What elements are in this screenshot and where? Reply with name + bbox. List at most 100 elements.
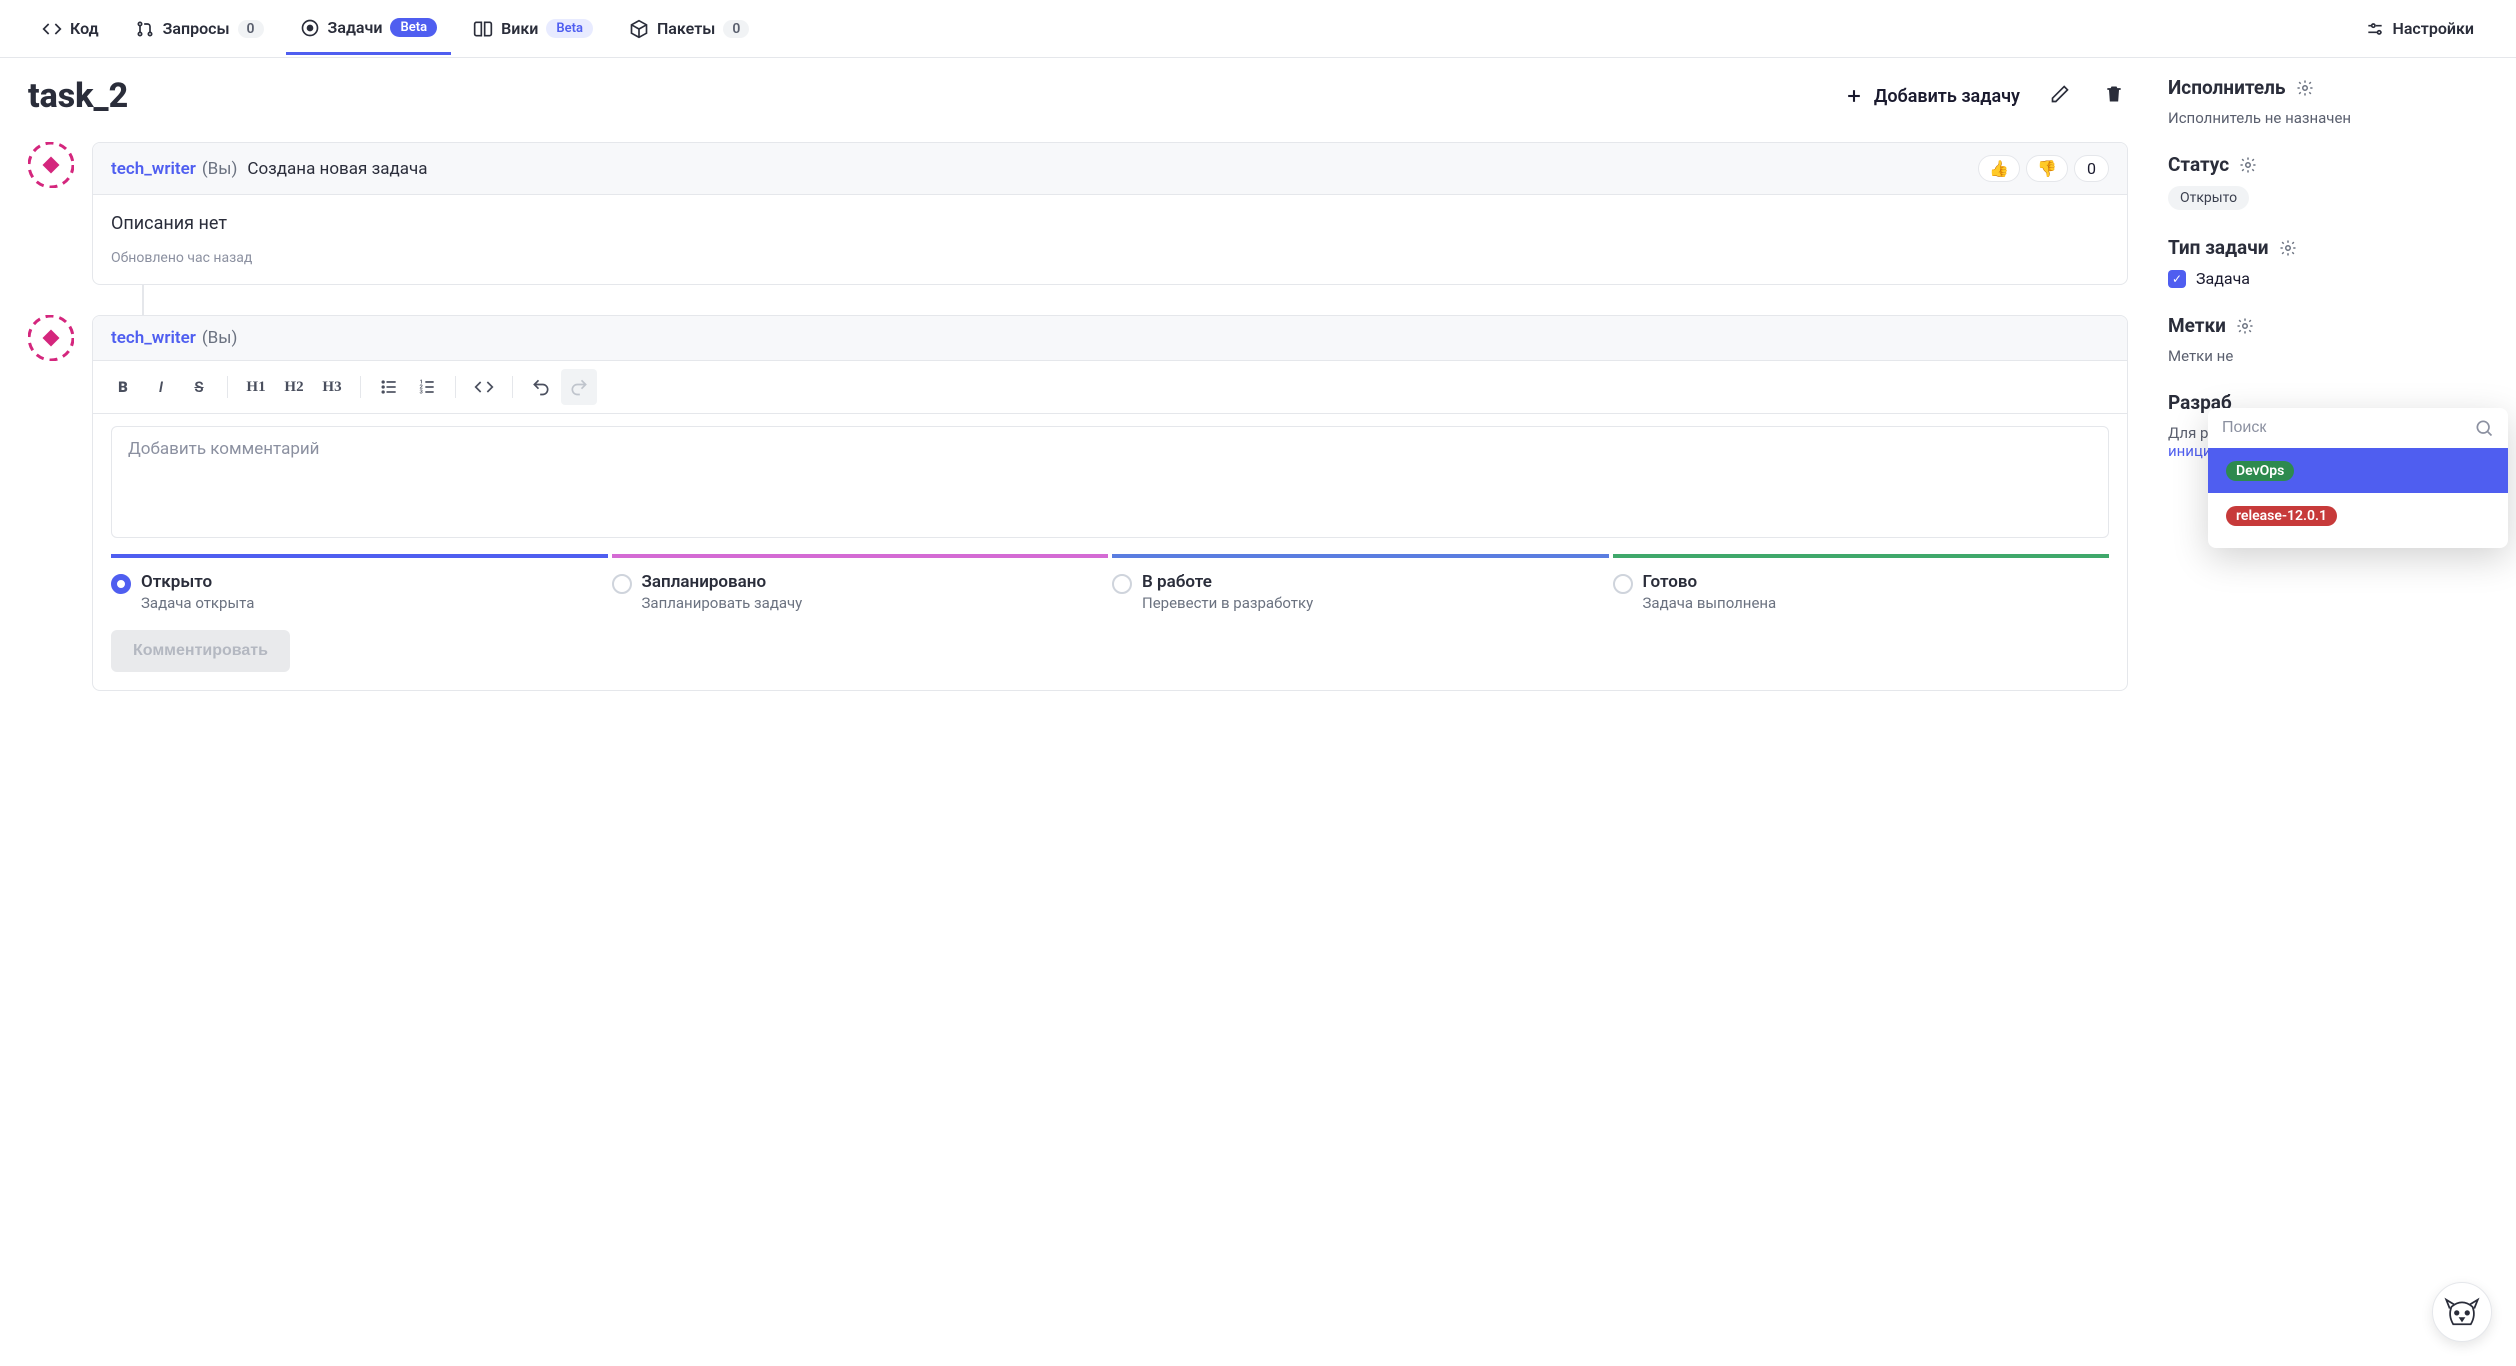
status-option-label: Запланировано	[642, 572, 803, 592]
assignee-title: Исполнитель	[2168, 76, 2286, 99]
plus-icon	[1844, 86, 1864, 106]
numbered-list-button[interactable]: 123	[409, 369, 445, 405]
thumbs-down-button[interactable]: 👎	[2026, 155, 2068, 182]
comment-author[interactable]: tech_writer	[111, 328, 196, 348]
gear-icon[interactable]	[2239, 156, 2257, 174]
tab-requests[interactable]: Запросы 0	[121, 4, 278, 54]
sidebar: Исполнитель Исполнитель не назначен Стат…	[2168, 76, 2488, 721]
status-bar	[111, 554, 608, 558]
post-author[interactable]: tech_writer	[111, 159, 196, 179]
status-option-subtitle: Запланировать задачу	[642, 594, 803, 612]
status-option-label: В работе	[1142, 572, 1313, 592]
radio-icon	[1112, 574, 1132, 594]
timeline-connector	[142, 285, 2128, 315]
assignee-section: Исполнитель Исполнитель не назначен	[2168, 76, 2488, 127]
tab-code-label: Код	[70, 19, 99, 38]
comment-box: tech_writer (Вы) B I S H1 H2 H3	[92, 315, 2128, 691]
radio-icon	[1613, 574, 1633, 594]
type-row: ✓ Задача	[2168, 269, 2488, 288]
status-strip	[111, 554, 2109, 558]
labels-text: Метки не	[2168, 347, 2488, 365]
labels-dropdown: DevOps release-12.0.1	[2208, 408, 2508, 548]
status-option-subtitle: Задача выполнена	[1643, 594, 1777, 612]
avatar	[28, 142, 74, 188]
tab-packages[interactable]: Пакеты 0	[615, 4, 763, 54]
edit-button[interactable]	[2046, 80, 2074, 112]
h2-button[interactable]: H2	[276, 369, 312, 405]
status-section: Статус Открыто	[2168, 153, 2488, 210]
code-button[interactable]	[466, 369, 502, 405]
label-tag: release-12.0.1	[2226, 506, 2337, 526]
labels-section: Метки Метки не	[2168, 314, 2488, 365]
status-bar	[1613, 554, 2110, 558]
labels-title: Метки	[2168, 314, 2226, 337]
assignee-text: Исполнитель не назначен	[2168, 109, 2488, 127]
status-option[interactable]: Запланировано Запланировать задачу	[612, 572, 1109, 612]
post-body: Описания нет Обновлено час назад	[93, 195, 2127, 284]
gear-icon[interactable]	[2236, 317, 2254, 335]
assistant-button[interactable]	[2432, 1282, 2492, 1342]
undo-button[interactable]	[523, 369, 559, 405]
page-title: task_2	[28, 76, 1844, 116]
type-section: Тип задачи ✓ Задача	[2168, 236, 2488, 288]
h1-button[interactable]: H1	[238, 369, 274, 405]
status-option[interactable]: В работеПеревести в разработку	[1112, 572, 1609, 612]
h3-button[interactable]: H3	[314, 369, 350, 405]
svg-text:3: 3	[420, 390, 424, 396]
status-bar	[1112, 554, 1609, 558]
comment-input[interactable]	[111, 426, 2109, 538]
code-icon	[474, 377, 494, 397]
packages-count-badge: 0	[723, 20, 749, 38]
bold-button[interactable]: B	[105, 369, 141, 405]
dropdown-item[interactable]: release-12.0.1	[2208, 493, 2508, 538]
status-option[interactable]: Готово Задача выполнена	[1613, 572, 2110, 612]
pencil-icon	[2050, 84, 2070, 104]
tab-wiki[interactable]: Вики Beta	[459, 4, 607, 54]
settings-icon	[2365, 19, 2385, 39]
dropdown-search-input[interactable]	[2222, 419, 2466, 437]
strikethrough-button[interactable]: S	[181, 369, 217, 405]
tasks-icon	[300, 18, 320, 38]
toolbar-separator	[455, 376, 456, 398]
add-task-button[interactable]: Добавить задачу	[1844, 86, 2020, 107]
dropdown-item[interactable]: DevOps	[2208, 448, 2508, 493]
avatar	[28, 315, 74, 361]
title-row: task_2 Добавить задачу	[28, 76, 2128, 116]
comment-post: tech_writer (Вы) B I S H1 H2 H3	[28, 315, 2128, 691]
status-options: ОткрытоЗадача открытаЗапланированоЗаплан…	[111, 572, 2109, 612]
status-option-subtitle: Задача открыта	[141, 594, 254, 612]
delete-button[interactable]	[2100, 80, 2128, 112]
type-title: Тип задачи	[2168, 236, 2269, 259]
tasks-beta-badge: Beta	[390, 18, 437, 37]
italic-button[interactable]: I	[143, 369, 179, 405]
toolbar-separator	[512, 376, 513, 398]
bullet-list-icon	[379, 377, 399, 397]
type-value: Задача	[2196, 269, 2250, 288]
redo-icon	[569, 377, 589, 397]
status-bar	[612, 554, 1109, 558]
tab-code[interactable]: Код	[28, 4, 113, 54]
pull-request-icon	[135, 19, 155, 39]
post-updated: Обновлено час назад	[111, 250, 2109, 266]
bullet-list-button[interactable]	[371, 369, 407, 405]
status-option[interactable]: ОткрытоЗадача открыта	[111, 572, 608, 612]
gear-icon[interactable]	[2296, 79, 2314, 97]
comment-submit-button: Комментировать	[111, 630, 290, 672]
tab-requests-label: Запросы	[163, 19, 230, 38]
trash-icon	[2104, 84, 2124, 104]
book-icon	[473, 19, 493, 39]
radio-icon	[111, 574, 131, 594]
tab-tasks-label: Задачи	[328, 18, 383, 37]
post-headline: Создана новая задача	[247, 159, 427, 179]
thumbs-up-button[interactable]: 👍	[1978, 155, 2020, 182]
tab-tasks[interactable]: Задачи Beta	[286, 4, 452, 55]
status-option-label: Готово	[1643, 572, 1777, 592]
reactions: 👍 👎 0	[1978, 155, 2109, 182]
add-task-label: Добавить задачу	[1874, 86, 2020, 107]
undo-icon	[531, 377, 551, 397]
wiki-beta-badge: Beta	[546, 19, 593, 38]
tab-settings[interactable]: Настройки	[2351, 5, 2489, 53]
radio-icon	[612, 574, 632, 594]
gear-icon[interactable]	[2279, 239, 2297, 257]
requests-count-badge: 0	[238, 20, 264, 38]
